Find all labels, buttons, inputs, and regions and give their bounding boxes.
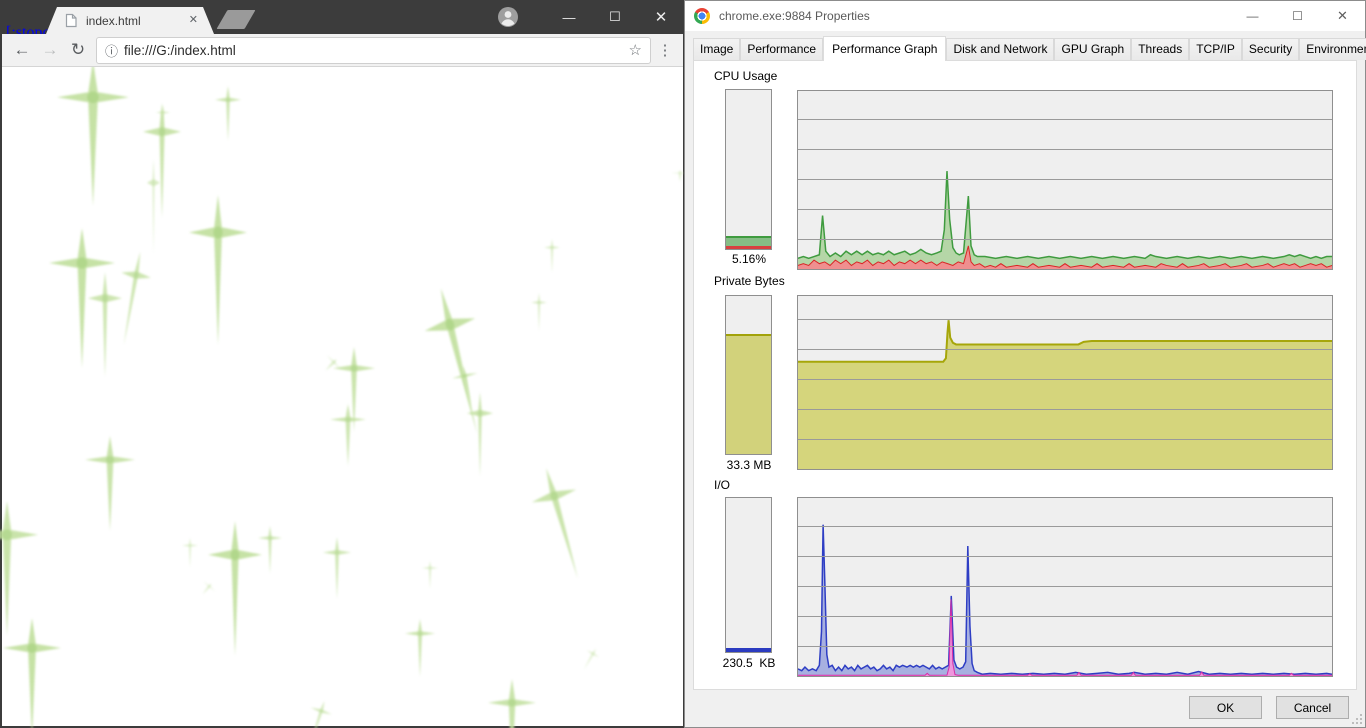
- tab-environment[interactable]: Environment: [1299, 38, 1366, 60]
- tab-threads[interactable]: Threads: [1131, 38, 1190, 60]
- address-bar[interactable]: ⓘ file:///G:/index.html ☆: [96, 36, 651, 64]
- io-value: 230.5 KB: [722, 656, 776, 670]
- tab-performance-graph[interactable]: Performance Graph: [823, 36, 947, 61]
- tab-tcpip[interactable]: TCP/IP: [1189, 38, 1242, 60]
- tab-title: index.html: [86, 13, 141, 28]
- browser-maximize-button[interactable]: ☐: [592, 0, 638, 34]
- url-text[interactable]: file:///G:/index.html: [124, 43, 629, 58]
- bookmark-star-icon[interactable]: ☆: [629, 41, 642, 59]
- cpu-usage-graph: [797, 90, 1333, 270]
- dialog-titlebar: chrome.exe:9884 Properties — ☐ ✕: [685, 1, 1365, 31]
- page-info-icon[interactable]: ⓘ: [105, 41, 118, 60]
- new-tab-button[interactable]: [216, 10, 256, 29]
- tab-performance[interactable]: Performance: [740, 38, 824, 60]
- browser-page: [2, 67, 683, 726]
- private-bytes-label: Private Bytes: [714, 274, 785, 288]
- resize-grip[interactable]: [1352, 714, 1362, 724]
- browser-window: [:stopcross:] index.html ✕ — ☐: [0, 0, 684, 728]
- back-button[interactable]: ←: [8, 40, 36, 60]
- cancel-button[interactable]: Cancel: [1276, 696, 1349, 719]
- private-bytes-value: 33.3 MB: [726, 458, 772, 472]
- browser-minimize-button[interactable]: —: [546, 0, 592, 34]
- forward-button[interactable]: →: [36, 40, 64, 60]
- dialog-close-button[interactable]: ✕: [1320, 1, 1365, 31]
- tab-disk-and-network[interactable]: Disk and Network: [946, 38, 1055, 60]
- browser-close-button[interactable]: ✕: [638, 0, 684, 34]
- cpu-usage-gauge: [725, 89, 772, 250]
- dialog-tabstrip: Image Performance Performance Graph Disk…: [693, 36, 1366, 61]
- tab-close-icon[interactable]: ✕: [189, 15, 198, 26]
- browser-toolbar: ← → ↻ ⓘ file:///G:/index.html ☆ ⋮: [2, 34, 683, 67]
- browser-tab[interactable]: index.html ✕: [46, 7, 214, 34]
- profile-icon[interactable]: [496, 5, 520, 29]
- ok-button[interactable]: OK: [1189, 696, 1262, 719]
- io-label: I/O: [714, 478, 731, 492]
- tab-gpu-graph[interactable]: GPU Graph: [1054, 38, 1132, 60]
- tab-security[interactable]: Security: [1241, 38, 1300, 60]
- dialog-maximize-button[interactable]: ☐: [1275, 1, 1320, 31]
- tab-image[interactable]: Image: [693, 38, 741, 60]
- io-graph: [797, 497, 1333, 677]
- dialog-minimize-button[interactable]: —: [1230, 1, 1275, 31]
- browser-menu-icon[interactable]: ⋮: [651, 41, 679, 59]
- io-gauge: [725, 497, 772, 653]
- performance-graph-panel: CPU Usage 5.16% Private Bytes 33.3 MB I/…: [693, 60, 1357, 690]
- chrome-logo-icon: [694, 8, 710, 24]
- reload-button[interactable]: ↻: [64, 40, 92, 60]
- dialog-title: chrome.exe:9884 Properties: [719, 9, 870, 23]
- private-bytes-graph: [797, 295, 1333, 470]
- browser-tabstrip: index.html ✕ — ☐ ✕: [0, 0, 684, 34]
- properties-dialog: chrome.exe:9884 Properties — ☐ ✕ Image P…: [684, 0, 1366, 728]
- page-favicon-icon: [64, 13, 78, 28]
- cpu-usage-label: CPU Usage: [714, 69, 778, 83]
- private-bytes-gauge: [725, 295, 772, 455]
- cpu-usage-value: 5.16%: [731, 252, 767, 266]
